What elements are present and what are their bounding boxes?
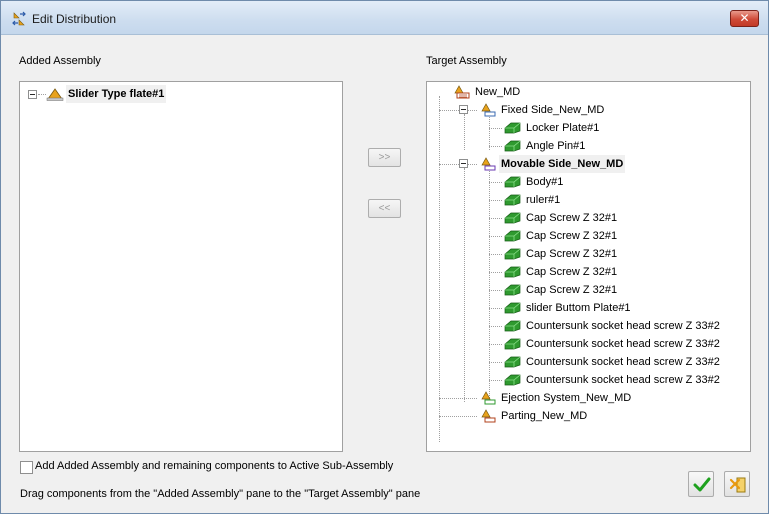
tree-connector [489, 272, 502, 273]
move-right-button[interactable]: >> [368, 148, 401, 167]
close-button[interactable]: ✕ [730, 10, 759, 27]
tree-item-label: Cap Screw Z 32#1 [526, 266, 618, 278]
tree-item-label: Locker Plate#1 [526, 122, 600, 134]
tree-connector [489, 290, 502, 291]
cancel-exit-icon [729, 477, 746, 493]
part-icon [504, 194, 521, 206]
tree-item-label: New_MD [475, 86, 521, 98]
subassembly-icon [481, 157, 496, 171]
part-icon [504, 140, 521, 152]
part-icon [504, 374, 521, 386]
title-bar[interactable]: Edit Distribution ✕ [1, 1, 768, 35]
tree-connector [489, 146, 502, 147]
tree-item-label: Body#1 [526, 176, 564, 188]
tree-item-label: Countersunk socket head screw Z 33#2 [526, 338, 720, 350]
part-icon [504, 356, 521, 368]
move-left-button[interactable]: << [368, 199, 401, 218]
target-assembly-pane[interactable]: Fixed Side_New_MD Locker Plate#1 Angle Pin… [426, 81, 751, 452]
part-icon [504, 122, 521, 134]
distribution-icon [12, 11, 26, 26]
tree-item-label: ruler#1 [526, 194, 561, 206]
checkmark-icon [693, 477, 711, 492]
tree-connector [489, 362, 502, 363]
tree-item-label: slider Buttom Plate#1 [526, 302, 631, 314]
added-assembly-label: Added Assembly [19, 55, 101, 67]
added-item-label: Slider Type flate#1 [66, 85, 167, 103]
tree-connector [464, 114, 465, 150]
part-icon [504, 320, 521, 332]
collapse-toggle[interactable] [459, 159, 468, 168]
tree-item-label: Angle Pin#1 [526, 140, 586, 152]
tree-connector [489, 236, 502, 237]
drag-hint: Drag components from the "Added Assembly… [20, 488, 421, 500]
tree-connector [464, 168, 465, 402]
part-icon [504, 212, 521, 224]
tree-item-label: Fixed Side_New_MD [501, 104, 605, 116]
subassembly-icon [481, 103, 496, 117]
tree-item-label: Parting_New_MD [501, 410, 588, 422]
assembly-icon [46, 88, 64, 101]
tree-item-label: Movable Side_New_MD [499, 155, 626, 173]
added-assembly-pane[interactable]: Slider Type flate#1 [19, 81, 343, 452]
tree-connector [38, 94, 46, 95]
ok-button[interactable] [688, 471, 714, 497]
tree-item-label: Cap Screw Z 32#1 [526, 230, 618, 242]
tree-item-label: Cap Screw Z 32#1 [526, 284, 618, 296]
collapse-toggle[interactable] [28, 90, 37, 99]
target-assembly-label: Target Assembly [426, 55, 507, 67]
tree-connector [489, 380, 502, 381]
tree-item-label: Countersunk socket head screw Z 33#2 [526, 374, 720, 386]
dialog-body: Added Assembly Slider Type flate#1 >> <<… [8, 35, 761, 507]
close-icon: ✕ [739, 11, 750, 25]
tree-item-label: Countersunk socket head screw Z 33#2 [526, 356, 720, 368]
tree-item-label: Ejection System_New_MD [501, 392, 632, 404]
tree-connector [489, 128, 502, 129]
tree-connector [489, 308, 502, 309]
tree-connector [439, 96, 440, 442]
tree-connector [489, 168, 490, 402]
part-icon [504, 266, 521, 278]
part-icon [504, 248, 521, 260]
tree-connector [439, 398, 477, 399]
tree-connector [489, 218, 502, 219]
cancel-button[interactable] [724, 471, 750, 497]
tree-connector [439, 110, 477, 111]
window-title: Edit Distribution [32, 12, 117, 26]
tree-connector [439, 164, 477, 165]
subassembly-icon [481, 409, 496, 423]
tree-item-label: Countersunk socket head screw Z 33#2 [526, 320, 720, 332]
part-icon [504, 230, 521, 242]
add-to-active-label: Add Added Assembly and remaining compone… [35, 460, 394, 472]
collapse-toggle[interactable] [459, 105, 468, 114]
subassembly-icon [481, 391, 496, 405]
tree-connector [489, 114, 490, 150]
tree-connector [489, 200, 502, 201]
part-icon [504, 338, 521, 350]
tree-connector [489, 344, 502, 345]
part-icon [504, 284, 521, 296]
tree-connector [489, 182, 502, 183]
part-icon [504, 176, 521, 188]
edit-distribution-dialog: Edit Distribution ✕ Added Assembly Slide… [0, 0, 769, 514]
tree-item-label: Cap Screw Z 32#1 [526, 212, 618, 224]
assembly-icon [454, 85, 470, 99]
part-icon [504, 302, 521, 314]
tree-connector [489, 326, 502, 327]
add-to-active-checkbox[interactable] [20, 461, 33, 474]
tree-item-label: Cap Screw Z 32#1 [526, 248, 618, 260]
tree-connector [439, 416, 477, 417]
tree-connector [489, 254, 502, 255]
